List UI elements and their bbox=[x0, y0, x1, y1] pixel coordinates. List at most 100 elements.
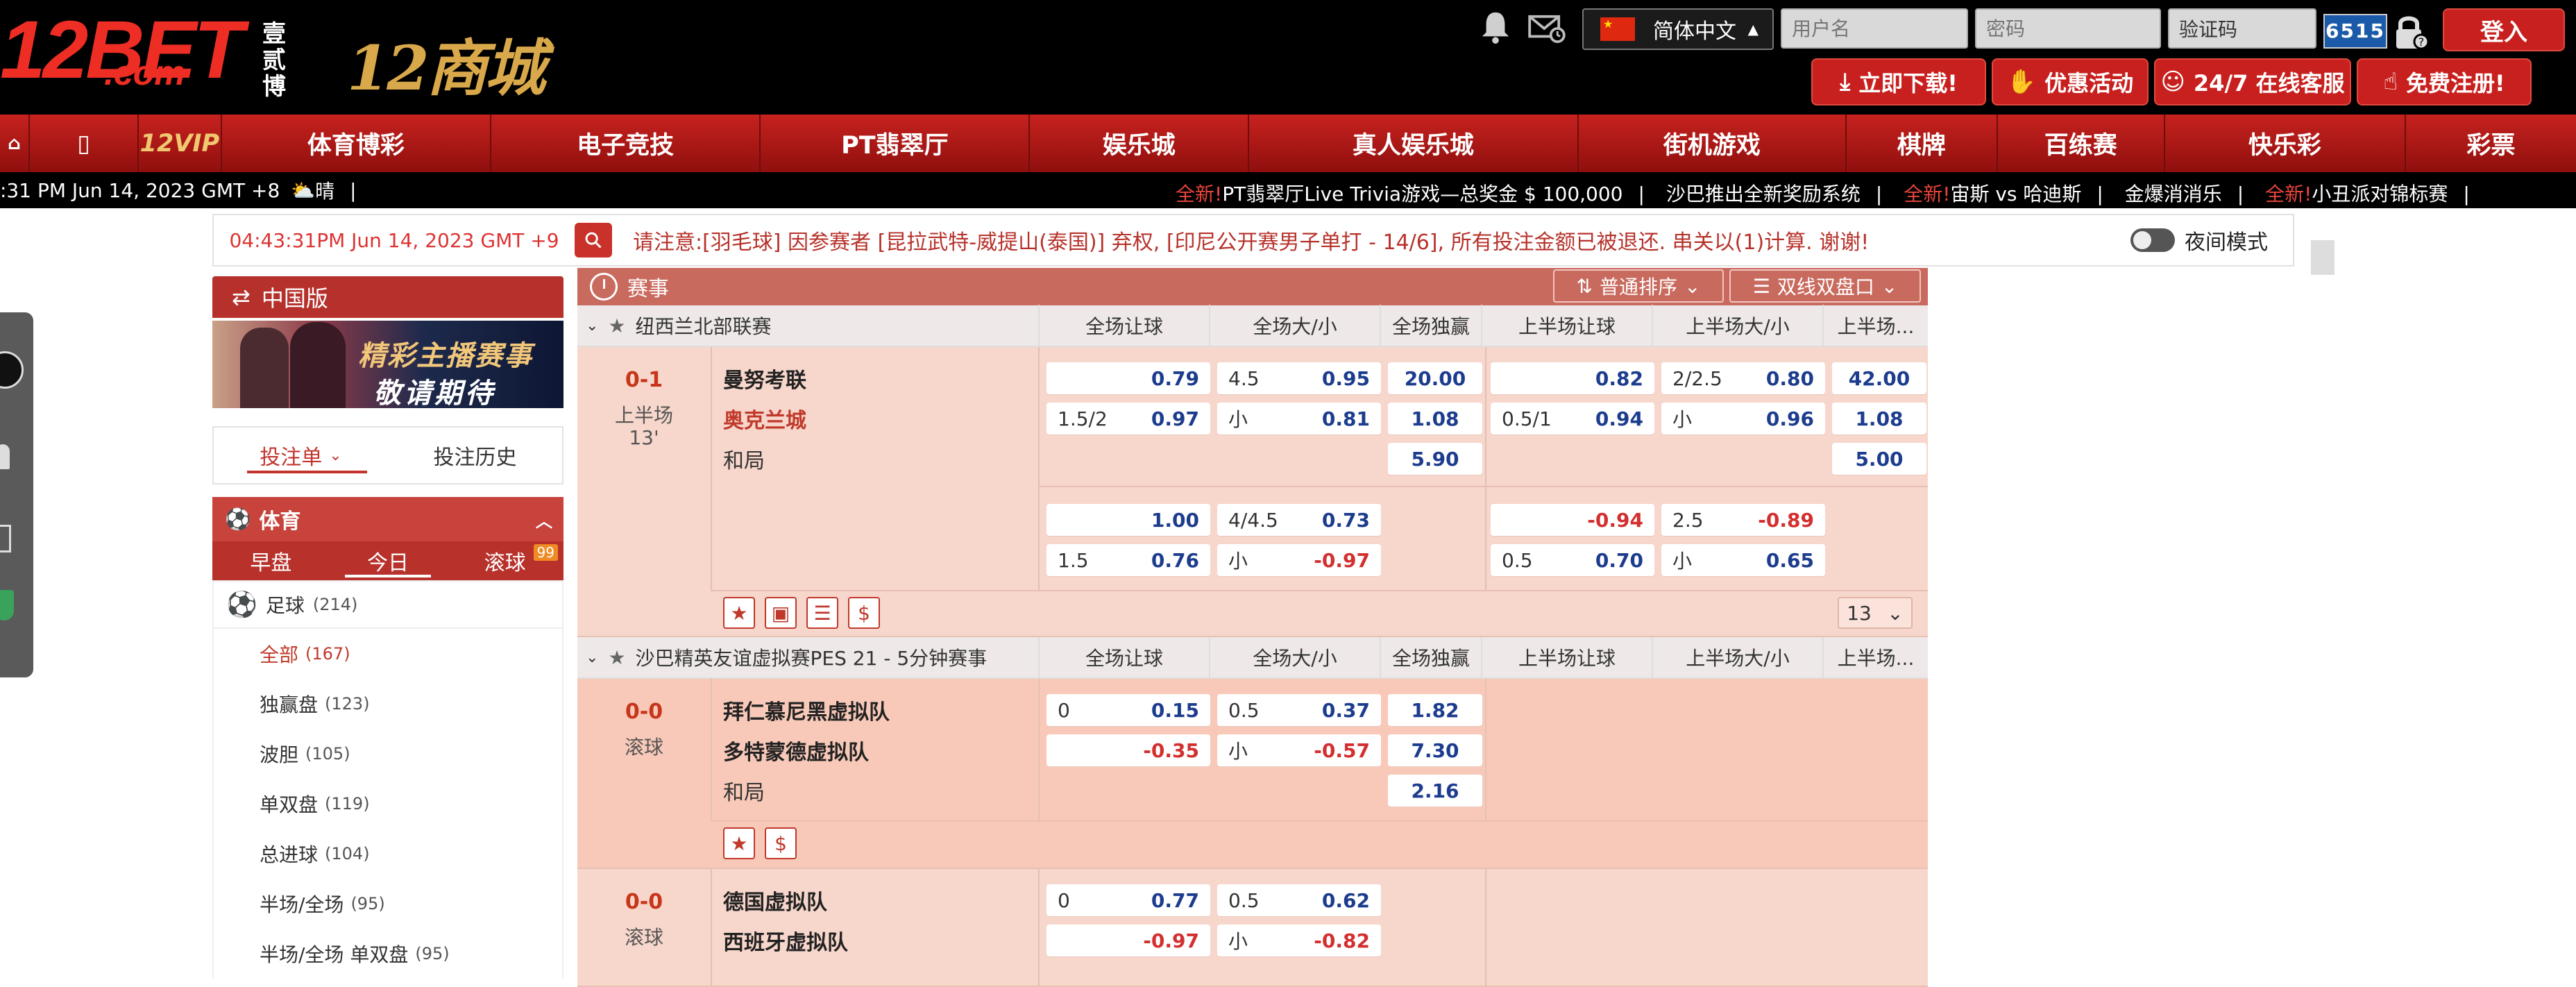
nav-mobile[interactable]: ▯ bbox=[30, 115, 139, 172]
odds-cell[interactable]: 1.08 bbox=[1832, 403, 1926, 435]
sort-dropdown[interactable]: ⇅ 普通排序 ⌄ bbox=[1553, 269, 1724, 303]
tab-bet-history[interactable]: 投注历史 bbox=[388, 428, 562, 483]
odds-cell[interactable]: 0.5/1 0.94 bbox=[1491, 403, 1654, 435]
captcha-image[interactable]: 6515 bbox=[2323, 14, 2387, 49]
favorite-star-icon[interactable]: ★ bbox=[723, 827, 755, 859]
nav-races[interactable]: 百练赛 bbox=[1998, 115, 2165, 172]
odds-cell[interactable]: 1.08 bbox=[1388, 403, 1482, 435]
odds-cell[interactable]: 5.00 bbox=[1832, 443, 1926, 475]
sidebar-item-correct-score[interactable]: 波胆 (105) bbox=[214, 729, 562, 779]
cashout-dollar-icon[interactable]: $ bbox=[848, 597, 880, 629]
scrollbar-thumb[interactable] bbox=[2311, 240, 2334, 275]
nav-sports[interactable]: 体育博彩 bbox=[222, 115, 491, 172]
odds-cell[interactable]: 小 0.65 bbox=[1661, 544, 1825, 576]
odds-cell[interactable]: 小 -0.57 bbox=[1217, 734, 1381, 766]
username-input[interactable] bbox=[1781, 8, 1968, 49]
odds-cell[interactable]: 20.00 bbox=[1388, 362, 1482, 394]
odds-cell[interactable]: 小 0.81 bbox=[1217, 403, 1381, 435]
china-version-button[interactable]: ⇄ 中国版 bbox=[212, 276, 564, 318]
sidebar-item-1x2[interactable]: 独赢盘 (123) bbox=[214, 679, 562, 729]
odds-cell[interactable]: 0 0.77 bbox=[1046, 884, 1210, 916]
league-header[interactable]: ⌄ ★ 沙巴精英友谊虚拟赛PES 21 - 5分钟赛事 全场让球 全场大/小 全… bbox=[577, 636, 1928, 679]
tab-betslip[interactable]: 投注单 ⌄ bbox=[214, 428, 388, 483]
nav-esports[interactable]: 电子竞技 bbox=[491, 115, 761, 172]
collapse-chevron-icon[interactable]: ⌄ bbox=[586, 649, 598, 666]
nav-keno[interactable]: 快乐彩 bbox=[2165, 115, 2406, 172]
odds-cell[interactable]: 0.5 0.37 bbox=[1217, 694, 1381, 726]
login-button[interactable]: 登入 bbox=[2443, 8, 2565, 51]
nav-chess[interactable]: 棋牌 bbox=[1847, 115, 1998, 172]
toggle-switch[interactable] bbox=[2130, 228, 2175, 252]
odds-cell[interactable]: 1.5/2 0.97 bbox=[1046, 403, 1210, 435]
promotions-button[interactable]: ✋ 优惠活动 bbox=[1992, 58, 2149, 106]
odds-cell[interactable]: 5.90 bbox=[1388, 443, 1482, 475]
odds-cell[interactable]: 0.5 0.62 bbox=[1217, 884, 1381, 916]
nav-pt-jade[interactable]: PT翡翠厅 bbox=[761, 115, 1031, 172]
bell-icon[interactable] bbox=[1480, 10, 1511, 44]
odds-cell[interactable]: 2/2.5 0.80 bbox=[1661, 362, 1825, 394]
odds-cell[interactable]: 0 0.15 bbox=[1046, 694, 1210, 726]
shop-logo[interactable]: 12商城 bbox=[347, 19, 545, 108]
odds-cell[interactable]: 2.5 -0.89 bbox=[1661, 504, 1825, 536]
night-mode-toggle[interactable]: 夜间模式 bbox=[2130, 225, 2268, 255]
league-header[interactable]: ⌄ ★ 纽西兰北部联赛 全场让球 全场大/小 全场独赢 上半场让球 上半场大/小… bbox=[577, 305, 1928, 347]
sidebar-item-ht-ft-odd-even[interactable]: 半场/全场 单双盘 (95) bbox=[214, 929, 562, 979]
customer-service-button[interactable]: ☺ 24/7 在线客服 bbox=[2154, 58, 2351, 106]
register-button[interactable]: ☝ 免费注册! bbox=[2357, 58, 2532, 106]
sidebar-item-soccer[interactable]: ⚽ 足球 (214) bbox=[212, 580, 564, 629]
odds-cell[interactable]: 0.79 bbox=[1046, 362, 1210, 394]
odds-cell[interactable]: 小 -0.82 bbox=[1217, 925, 1381, 956]
search-button[interactable] bbox=[575, 223, 612, 258]
odds-cell[interactable]: 4.5 0.95 bbox=[1217, 362, 1381, 394]
mail-icon[interactable] bbox=[1528, 14, 1566, 43]
user-icon[interactable] bbox=[0, 444, 10, 469]
ticker-message[interactable]: PT翡翠厅Live Trivia游戏—总奖金 $ 100,000 bbox=[1222, 183, 1622, 205]
nav-arcade[interactable]: 街机游戏 bbox=[1579, 115, 1847, 172]
collapse-chevron-icon[interactable]: ⌄ bbox=[586, 317, 598, 335]
sidebar-item-total-goals[interactable]: 总进球 (104) bbox=[214, 829, 562, 879]
ticker-message[interactable]: 宙斯 vs 哈迪斯 bbox=[1950, 183, 2081, 205]
odds-cell[interactable]: 1.5 0.76 bbox=[1046, 544, 1210, 576]
odds-cell[interactable]: 0.5 0.70 bbox=[1491, 544, 1654, 576]
stats-icon[interactable]: ▣ bbox=[765, 597, 797, 629]
password-input[interactable] bbox=[1975, 8, 2161, 49]
odds-cell[interactable]: -0.97 bbox=[1046, 925, 1210, 956]
shield-icon[interactable] bbox=[0, 590, 14, 621]
tab-live[interactable]: 滚球 99 bbox=[446, 541, 564, 580]
tab-early[interactable]: 早盘 bbox=[212, 541, 330, 580]
odds-cell[interactable]: 1.00 bbox=[1046, 504, 1210, 536]
download-button[interactable]: ⤓ 立即下载! bbox=[1811, 58, 1986, 106]
star-icon[interactable]: ★ bbox=[608, 314, 625, 337]
favorite-star-icon[interactable]: ★ bbox=[723, 597, 755, 629]
cashout-dollar-icon[interactable]: $ bbox=[765, 827, 797, 859]
circle-icon[interactable] bbox=[0, 351, 24, 389]
more-markets-button[interactable]: 13 ⌄ bbox=[1838, 597, 1913, 629]
sports-header[interactable]: ⚽ 体育 ︿ bbox=[212, 497, 564, 541]
language-select[interactable]: 简体中文 ▲ bbox=[1582, 8, 1774, 50]
edit-icon[interactable] bbox=[0, 525, 11, 552]
odds-cell[interactable]: 4/4.5 0.73 bbox=[1217, 504, 1381, 536]
promo-banner[interactable]: 精彩主播赛事 敬请期待 bbox=[212, 321, 564, 408]
sidebar-item-all[interactable]: 全部 (167) bbox=[214, 629, 562, 679]
odds-cell[interactable]: 7.30 bbox=[1388, 734, 1482, 766]
nav-casino[interactable]: 娱乐城 bbox=[1030, 115, 1250, 172]
odds-cell[interactable]: 小 -0.97 bbox=[1217, 544, 1381, 576]
floating-side-panel[interactable] bbox=[0, 312, 33, 677]
tab-today[interactable]: 今日 bbox=[330, 541, 447, 580]
star-icon[interactable]: ★ bbox=[608, 646, 625, 669]
odds-cell[interactable]: 0.82 bbox=[1491, 362, 1654, 394]
nav-live-casino[interactable]: 真人娱乐城 bbox=[1249, 115, 1579, 172]
odds-cell[interactable]: 42.00 bbox=[1832, 362, 1926, 394]
odds-cell[interactable]: -0.35 bbox=[1046, 734, 1210, 766]
nav-12vip[interactable]: 12VIP bbox=[139, 115, 222, 172]
nav-home[interactable]: ⌂ bbox=[0, 115, 31, 172]
ticker-message[interactable]: 沙巴推出全新奖励系统 bbox=[1666, 183, 1861, 205]
captcha-input[interactable] bbox=[2168, 8, 2316, 49]
odds-cell[interactable]: -0.94 bbox=[1491, 504, 1654, 536]
sidebar-item-odd-even[interactable]: 单双盘 (119) bbox=[214, 779, 562, 829]
sidebar-item-ht-ft[interactable]: 半场/全场 (95) bbox=[214, 879, 562, 929]
view-dropdown[interactable]: ☰ 双线双盘口 ⌄ bbox=[1729, 269, 1921, 303]
ticker-message[interactable]: 金爆消消乐 bbox=[2125, 183, 2222, 205]
odds-cell[interactable]: 2.16 bbox=[1388, 775, 1482, 807]
odds-cell[interactable]: 小 0.96 bbox=[1661, 403, 1825, 435]
